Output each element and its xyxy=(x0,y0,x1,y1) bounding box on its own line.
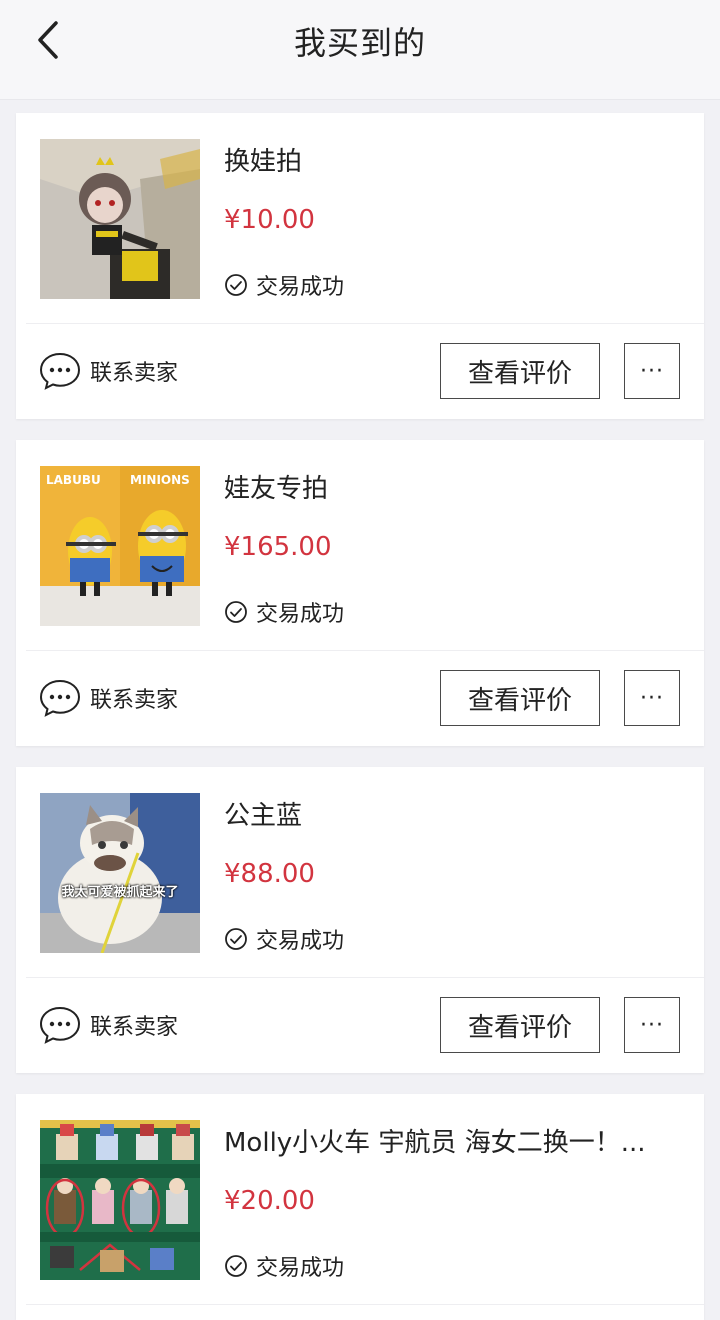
check-circle-icon xyxy=(225,601,247,623)
order-card[interactable]: LABUBU MINIONS 娃友专拍 ¥165.00 交易成功 联系卖家 查看… xyxy=(16,440,704,746)
contact-seller-button[interactable]: 联系卖家 xyxy=(38,1005,178,1045)
order-card[interactable]: Molly小火车 宇航员 海女二换一！... ¥20.00 交易成功 xyxy=(16,1094,704,1320)
order-card[interactable]: 我太可爱被抓起来了 公主蓝 ¥88.00 交易成功 联系卖家 查看评价 ··· xyxy=(16,767,704,1073)
view-review-button[interactable]: 查看评价 xyxy=(440,670,600,726)
thumbnail-caption: 我太可爱被抓起来了 xyxy=(61,885,179,900)
order-status: 交易成功 xyxy=(224,923,344,955)
chat-bubble-icon xyxy=(39,352,81,390)
divider xyxy=(26,323,704,324)
order-status: 交易成功 xyxy=(224,1250,344,1282)
more-options-button[interactable]: ··· xyxy=(624,343,680,399)
cat-photo-icon xyxy=(40,793,200,953)
product-price: ¥88.00 xyxy=(224,859,315,889)
contact-seller-label: 联系卖家 xyxy=(90,688,179,713)
contact-seller-label: 联系卖家 xyxy=(90,361,179,386)
divider xyxy=(26,1304,704,1305)
product-name[interactable]: 公主蓝 xyxy=(224,795,684,832)
product-name[interactable]: 娃友专拍 xyxy=(224,468,684,505)
view-review-button[interactable]: 查看评价 xyxy=(440,343,600,399)
contact-seller-label: 联系卖家 xyxy=(90,1015,179,1040)
doll-figure-photo-icon xyxy=(40,139,200,299)
product-price: ¥10.00 xyxy=(224,205,315,235)
contact-seller-button[interactable]: 联系卖家 xyxy=(38,678,178,718)
product-thumbnail[interactable]: 我太可爱被抓起来了 xyxy=(40,793,200,953)
divider xyxy=(26,977,704,978)
more-options-button[interactable]: ··· xyxy=(624,997,680,1053)
product-name[interactable]: 换娃拍 xyxy=(224,141,684,178)
more-options-button[interactable]: ··· xyxy=(624,670,680,726)
check-circle-icon xyxy=(225,928,247,950)
product-thumbnail[interactable] xyxy=(40,139,200,299)
order-status: 交易成功 xyxy=(224,596,344,628)
thumb-text-labubu: LABUBU xyxy=(46,473,101,487)
product-price: ¥165.00 xyxy=(224,532,332,562)
contact-seller-button[interactable]: 联系卖家 xyxy=(38,351,178,391)
chat-bubble-icon xyxy=(39,679,81,717)
order-status: 交易成功 xyxy=(224,269,344,301)
status-label: 交易成功 xyxy=(256,1256,345,1281)
page-title: 我买到的 xyxy=(293,24,426,62)
minion-figures-photo-icon: LABUBU MINIONS xyxy=(40,466,200,626)
view-review-button[interactable]: 查看评价 xyxy=(440,997,600,1053)
divider xyxy=(26,650,704,651)
molly-figures-photo-icon xyxy=(40,1120,200,1280)
check-circle-icon xyxy=(225,274,247,296)
top-navigation-bar: 我买到的 xyxy=(0,0,720,100)
status-label: 交易成功 xyxy=(256,602,345,627)
status-label: 交易成功 xyxy=(256,275,345,300)
product-name[interactable]: Molly小火车 宇航员 海女二换一！... xyxy=(224,1122,684,1159)
chat-bubble-icon xyxy=(39,1006,81,1044)
product-thumbnail[interactable]: LABUBU MINIONS xyxy=(40,466,200,626)
product-price: ¥20.00 xyxy=(224,1186,315,1216)
status-label: 交易成功 xyxy=(256,929,345,954)
product-thumbnail[interactable] xyxy=(40,1120,200,1280)
thumb-text-minions: MINIONS xyxy=(130,473,190,487)
check-circle-icon xyxy=(225,1255,247,1277)
order-card[interactable]: 换娃拍 ¥10.00 交易成功 联系卖家 查看评价 ··· xyxy=(16,113,704,419)
